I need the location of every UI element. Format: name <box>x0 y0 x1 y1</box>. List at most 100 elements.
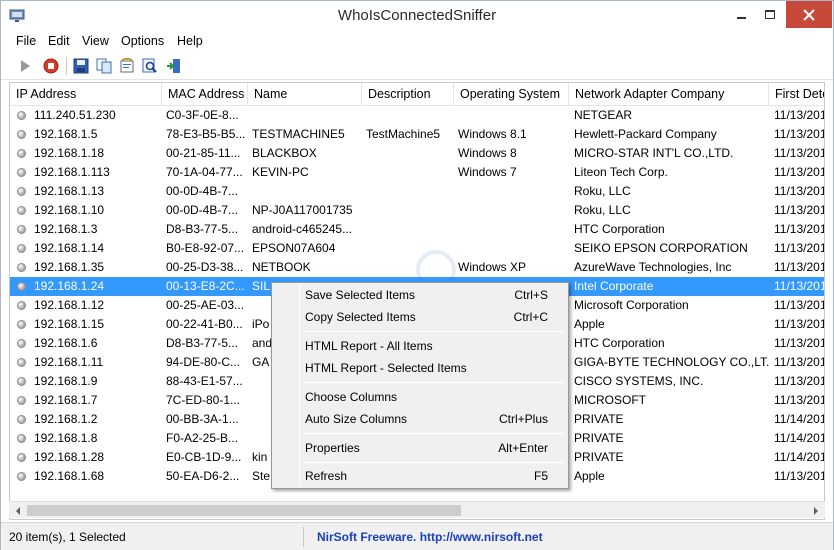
cell-first-detected: 11/13/201 <box>774 241 825 255</box>
cell-first-detected: 11/13/201 <box>774 469 825 483</box>
status-dot-icon <box>17 187 26 196</box>
table-row[interactable]: 192.168.1.5 78-E3-B5-B5... TESTMACHINE5 Tes… <box>10 125 824 144</box>
context-menu-properties[interactable]: Properties Alt+Enter <box>274 437 566 459</box>
cell-network-adapter-company: Apple <box>574 469 605 483</box>
cell-ip-address: 192.168.1.35 <box>34 260 105 274</box>
cell-ip-address: 192.168.1.18 <box>34 146 105 160</box>
status-dot-icon <box>17 282 26 291</box>
cell-first-detected: 11/13/201 <box>774 108 825 122</box>
context-menu-auto-size-columns[interactable]: Auto Size Columns Ctrl+Plus <box>274 408 566 430</box>
close-button[interactable] <box>786 1 832 28</box>
cell-network-adapter-company: Microsoft Corporation <box>574 298 689 312</box>
cell-network-adapter-company: Hewlett-Packard Company <box>574 127 717 141</box>
table-row[interactable]: 111.240.51.230 C0-3F-0E-8... NETGEAR 11/13/… <box>10 106 825 125</box>
column-header-operating-system[interactable]: Operating System <box>454 83 569 106</box>
html-report-icon[interactable] <box>117 56 137 76</box>
play-icon[interactable] <box>15 56 35 76</box>
cell-first-detected: 11/14/201 <box>774 431 825 445</box>
scrollbar-thumb[interactable] <box>27 505 461 516</box>
menu-view[interactable]: View <box>82 34 109 48</box>
cell-description <box>366 239 456 258</box>
menu-help[interactable]: Help <box>177 34 203 48</box>
cell-mac-address: 00-22-41-B0... <box>166 317 243 331</box>
context-menu-html-report-all-items[interactable]: HTML Report - All Items <box>274 335 566 357</box>
status-dot-icon <box>17 415 26 424</box>
context-menu-label: Copy Selected Items <box>305 310 416 324</box>
cell-mac-address: F0-A2-25-B... <box>166 431 239 445</box>
context-menu-choose-columns[interactable]: Choose Columns <box>274 386 566 408</box>
cell-first-detected: 11/13/201 <box>774 279 825 293</box>
cell-description <box>366 106 456 125</box>
exit-icon[interactable] <box>164 56 184 76</box>
find-icon[interactable] <box>140 56 160 76</box>
table-row[interactable]: 192.168.1.13 00-0D-4B-7... Roku, LLC 11/13/… <box>10 182 825 201</box>
nirsoft-link[interactable]: NirSoft Freeware. http://www.nirsoft.net <box>317 527 543 547</box>
context-menu-copy-selected-items[interactable]: Copy Selected Items Ctrl+C <box>274 306 566 328</box>
maximize-button[interactable] <box>757 1 783 28</box>
cell-operating-system: Windows XP <box>458 260 527 274</box>
cell-description: TestMachine5 <box>366 127 441 141</box>
close-icon <box>803 8 815 21</box>
menu-file[interactable]: File <box>16 34 36 48</box>
save-icon[interactable] <box>71 56 91 76</box>
context-menu-html-report-selected-items[interactable]: HTML Report - Selected Items <box>274 357 566 379</box>
cell-description <box>366 144 456 163</box>
status-dot-icon <box>17 130 26 139</box>
cell-mac-address: 7C-ED-80-1... <box>166 393 241 407</box>
status-item-count: 20 item(s), 1 Selected <box>9 527 304 547</box>
column-header-network-adapter-company[interactable]: Network Adapter Company <box>569 83 769 106</box>
cell-mac-address: C0-3F-0E-8... <box>166 108 239 122</box>
cell-name: android-c465245... <box>252 222 353 236</box>
cell-mac-address: 00-BB-3A-1... <box>166 412 239 426</box>
cell-operating-system <box>458 106 570 125</box>
cell-ip-address: 192.168.1.14 <box>34 241 105 255</box>
copy-icon[interactable] <box>94 56 114 76</box>
stop-icon[interactable] <box>41 56 61 76</box>
table-row[interactable]: 192.168.1.10 00-0D-4B-7... NP-J0A117001735… <box>10 201 824 220</box>
cell-network-adapter-company: AzureWave Technologies, Inc <box>574 260 732 274</box>
cell-operating-system <box>458 239 570 258</box>
cell-mac-address: D8-B3-77-5... <box>166 222 239 236</box>
table-row[interactable]: 192.168.1.35 00-25-D3-38... NETBOOK Windows… <box>10 258 824 277</box>
cell-description <box>366 220 456 239</box>
menu-options[interactable]: Options <box>121 34 164 48</box>
cell-mac-address: 00-0D-4B-7... <box>166 184 239 198</box>
menu-edit[interactable]: Edit <box>48 34 70 48</box>
context-menu: Save Selected Items Ctrl+S Copy Selected… <box>271 282 569 489</box>
toolbar-separator <box>66 57 67 75</box>
cell-mac-address: 88-43-E1-57... <box>166 374 243 388</box>
cell-operating-system <box>458 201 570 220</box>
scroll-right-icon[interactable] <box>807 502 824 519</box>
column-header-description[interactable]: Description <box>362 83 454 106</box>
scroll-left-icon[interactable] <box>9 502 26 519</box>
cell-mac-address: 00-13-E8-2C... <box>166 279 245 293</box>
column-header-first-detected[interactable]: First Detec <box>769 83 824 106</box>
cell-ip-address: 192.168.1.15 <box>34 317 105 331</box>
cell-first-detected: 11/13/201 <box>774 317 825 331</box>
status-bar: 20 item(s), 1 Selected NirSoft Freeware.… <box>1 522 833 550</box>
cell-mac-address: E0-CB-1D-9... <box>166 450 242 464</box>
column-header-mac-address[interactable]: MAC Address <box>162 83 248 106</box>
table-row[interactable]: 192.168.1.3 D8-B3-77-5... android-c465245.… <box>10 220 824 239</box>
table-row[interactable]: 192.168.1.113 70-1A-04-77... KEVIN-PC Windo… <box>10 163 824 182</box>
context-menu-refresh[interactable]: Refresh F5 <box>274 465 566 487</box>
table-row[interactable]: 192.168.1.14 B0-E8-92-07... EPSON07A604 SEI… <box>10 239 825 258</box>
cell-ip-address: 192.168.1.8 <box>34 431 98 445</box>
column-header-ip-address[interactable]: IP Address <box>10 83 162 106</box>
cell-first-detected: 11/13/201 <box>774 393 825 407</box>
cell-first-detected: 11/13/201 <box>774 184 825 198</box>
status-dot-icon <box>17 472 26 481</box>
column-header-name[interactable]: Name <box>248 83 362 106</box>
cell-network-adapter-company: Apple <box>574 317 605 331</box>
cell-network-adapter-company: PRIVATE <box>574 412 624 426</box>
cell-ip-address: 192.168.1.24 <box>34 279 105 293</box>
menu-bar: File Edit View Options Help <box>1 32 833 52</box>
context-menu-save-selected-items[interactable]: Save Selected Items Ctrl+S <box>274 284 566 306</box>
table-row[interactable]: 192.168.1.18 00-21-85-11... BLACKBOX Window… <box>10 144 824 163</box>
cell-ip-address: 192.168.1.6 <box>34 336 98 350</box>
cell-mac-address: 78-E3-B5-B5... <box>166 127 246 141</box>
cell-ip-address: 192.168.1.5 <box>34 127 98 141</box>
cell-ip-address: 192.168.1.10 <box>34 203 105 217</box>
minimize-button[interactable] <box>729 1 755 28</box>
horizontal-scrollbar[interactable] <box>9 501 825 518</box>
